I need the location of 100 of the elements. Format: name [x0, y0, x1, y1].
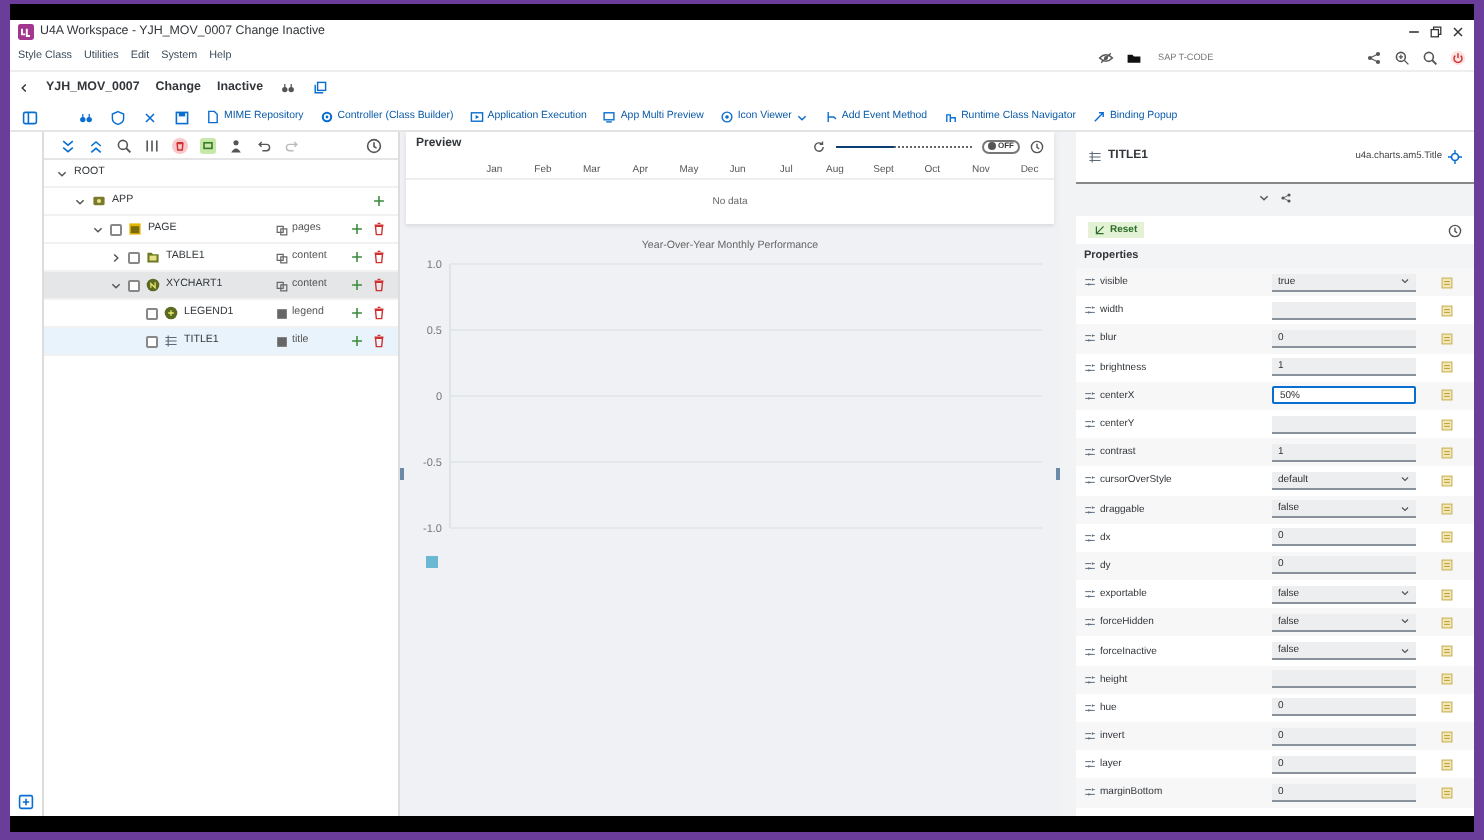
caret-icon: [1400, 474, 1410, 485]
input-field[interactable]: [1272, 670, 1416, 689]
property-icon: [1084, 758, 1096, 771]
checkbox[interactable]: [128, 279, 140, 291]
checkbox[interactable]: [128, 251, 140, 263]
add-icon[interactable]: [350, 222, 364, 236]
add-icon[interactable]: [372, 194, 386, 208]
gear-icon: [319, 110, 334, 124]
expanded-caret-icon[interactable]: [110, 279, 122, 291]
property-icon: [1084, 786, 1096, 799]
help-icon[interactable]: [1448, 223, 1462, 237]
property-icon: [1084, 503, 1096, 516]
aggregation-icon: [276, 251, 288, 263]
person-icon[interactable]: [228, 137, 244, 153]
caret-icon[interactable]: [1258, 192, 1270, 204]
search-icon[interactable]: [116, 137, 132, 153]
caret-icon: [795, 111, 808, 123]
search-icon[interactable]: [1422, 49, 1438, 65]
glasses-icon[interactable]: [279, 80, 296, 96]
property-icon: [1084, 531, 1096, 544]
eye-icon[interactable]: [1098, 49, 1114, 65]
add-icon[interactable]: [350, 278, 364, 292]
add-icon[interactable]: [350, 334, 364, 348]
settings-icon[interactable]: [18, 794, 34, 810]
property-icon: [1084, 673, 1096, 686]
property-icon: [1084, 701, 1096, 714]
cross-icon[interactable]: [142, 109, 158, 125]
caret-icon: [1400, 588, 1410, 599]
checkbox[interactable]: [146, 307, 158, 319]
shield-icon[interactable]: [110, 109, 126, 125]
caret-icon: [1400, 276, 1410, 287]
close-icon[interactable]: [1450, 24, 1466, 40]
checkbox[interactable]: [110, 223, 122, 235]
aggregation-icon: [276, 307, 288, 319]
share-icon[interactable]: [1280, 192, 1292, 204]
property-icon: [1084, 559, 1096, 572]
property-icon: [1084, 418, 1096, 431]
target-icon[interactable]: [1448, 150, 1462, 164]
delete-icon[interactable]: [372, 334, 386, 348]
input-field[interactable]: [1272, 301, 1416, 320]
help-icon[interactable]: [1030, 139, 1044, 153]
expanded-caret-icon[interactable]: [92, 223, 104, 235]
expand-all-icon[interactable]: [60, 137, 76, 153]
caret-icon: [1400, 616, 1410, 627]
delete-icon[interactable]: [372, 250, 386, 264]
property-icon: [1084, 304, 1096, 317]
delete-icon[interactable]: [172, 137, 188, 153]
expanded-caret-icon[interactable]: [56, 167, 68, 179]
columns-icon[interactable]: [144, 137, 160, 153]
reset-icon: [1094, 224, 1106, 236]
input-field[interactable]: [1272, 415, 1416, 434]
splitter-handle[interactable]: [400, 468, 404, 480]
collapse-all-icon[interactable]: [88, 137, 104, 153]
table-node-icon: [146, 250, 160, 264]
arrow-icon: [1091, 110, 1106, 124]
add-icon[interactable]: [350, 306, 364, 320]
branch-icon: [823, 110, 838, 124]
property-icon: [1084, 389, 1096, 402]
property-icon: [1084, 332, 1096, 345]
help-icon[interactable]: [366, 137, 382, 153]
zoom-in-icon[interactable]: [1394, 49, 1410, 65]
save-icon[interactable]: [174, 109, 190, 125]
restore-icon[interactable]: [1428, 24, 1444, 40]
delete-icon[interactable]: [372, 306, 386, 320]
target-icon: [719, 110, 734, 124]
window-icon[interactable]: [200, 137, 216, 153]
collapsed-caret-icon[interactable]: [110, 251, 122, 263]
page-node-icon: [128, 222, 142, 236]
title-node-icon: [164, 334, 178, 348]
property-icon: [1084, 730, 1096, 743]
legend-node-icon: [164, 306, 178, 320]
monitor-icon: [469, 110, 484, 124]
property-icon: [1084, 276, 1096, 289]
folder-icon[interactable]: [1126, 49, 1142, 65]
chart-node-icon: [146, 278, 160, 292]
screen-icon: [602, 110, 617, 124]
delete-icon[interactable]: [372, 278, 386, 292]
splitter-handle[interactable]: [1056, 468, 1060, 480]
delete-icon[interactable]: [372, 222, 386, 236]
property-icon: [1084, 446, 1096, 459]
new-window-icon[interactable]: [311, 80, 328, 96]
chart-icon: [943, 110, 958, 124]
back-icon[interactable]: [18, 80, 30, 96]
expanded-caret-icon[interactable]: [74, 195, 86, 207]
caret-icon: [1400, 503, 1410, 514]
refresh-icon[interactable]: [812, 139, 826, 153]
slider[interactable]: [836, 140, 972, 152]
layout-icon[interactable]: [22, 109, 38, 125]
caret-icon: [1400, 645, 1410, 656]
power-icon[interactable]: [1450, 49, 1466, 65]
property-icon: [1084, 616, 1096, 629]
glasses-icon[interactable]: [78, 109, 94, 125]
checkbox[interactable]: [146, 335, 158, 347]
share-icon[interactable]: [1366, 49, 1382, 65]
undo-icon[interactable]: [256, 137, 272, 153]
property-icon: [1084, 588, 1096, 601]
add-icon[interactable]: [350, 250, 364, 264]
aggregation-icon: [276, 223, 288, 235]
title-icon: [1088, 150, 1102, 164]
aggregation-icon: [276, 279, 288, 291]
